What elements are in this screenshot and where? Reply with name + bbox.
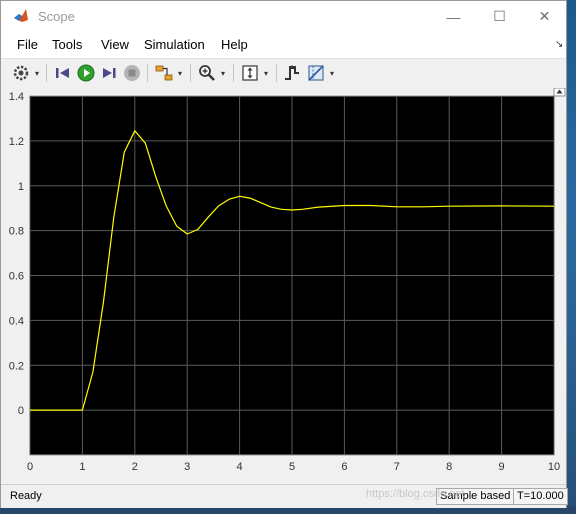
step-forward-icon[interactable] [99,63,119,83]
chevron-down-icon[interactable]: ▾ [264,69,268,78]
title-bar[interactable]: Scope — ☐ ✕ [1,1,566,32]
x-tick-label: 1 [79,461,85,473]
y-tick-label: 0.2 [9,360,24,372]
minimize-button[interactable]: — [431,1,476,32]
x-tick-label: 5 [289,461,295,473]
menu-file[interactable]: File [17,37,38,52]
menu-help[interactable]: Help [221,37,248,52]
x-tick-label: 2 [132,461,138,473]
toolbar-separator [46,64,47,82]
cursor-measurements-icon[interactable] [306,63,326,83]
status-bar: Ready Sample based T=10.000 [1,484,568,508]
scope-plot[interactable]: 0 0.2 0.4 0.6 0.8 1 1.2 1.4 0 1 2 3 4 5 6 7 8 9 10 [1,87,566,484]
menu-tools[interactable]: Tools [52,37,82,52]
close-icon: ✕ [538,8,551,24]
x-tick-label: 0 [27,461,33,473]
toolbar-separator [276,64,277,82]
expand-legend-button[interactable] [553,87,566,97]
watermark-text: https://blog.csdn.net [366,488,465,500]
chevron-down-icon[interactable]: ▾ [35,69,39,78]
menu-view[interactable]: View [101,37,129,52]
x-tick-label: 6 [341,461,347,473]
y-tick-label: 0.4 [9,315,24,327]
highlight-simulink-block-icon[interactable] [154,63,174,83]
step-back-icon[interactable] [53,63,73,83]
close-button[interactable]: ✕ [522,1,567,32]
toolbar-separator [190,64,191,82]
x-tick-label: 10 [548,461,560,473]
window-title: Scope [38,9,75,24]
maximize-button[interactable]: ☐ [477,1,522,32]
run-icon[interactable] [76,63,96,83]
y-tick-label: 1.4 [9,91,24,103]
x-tick-label: 3 [184,461,190,473]
x-tick-label: 9 [499,461,505,473]
stop-icon[interactable] [122,63,142,83]
y-tick-label: 0 [18,405,24,417]
minimize-icon: — [446,8,461,25]
menu-simulation[interactable]: Simulation [144,37,205,52]
autoscale-icon[interactable] [240,63,260,83]
toolbar-separator [147,64,148,82]
chevron-down-icon[interactable]: ▾ [330,69,334,78]
matlab-icon [14,9,28,22]
status-text: Ready [10,490,42,502]
y-tick-label: 0.6 [9,271,24,283]
desktop-background [567,0,576,514]
zoom-icon[interactable] [197,63,217,83]
scope-window: Scope — ☐ ✕ File Tools View Simulation H… [0,0,568,508]
x-tick-label: 4 [237,461,243,473]
menu-bar: File Tools View Simulation Help ↘ [1,32,566,58]
y-tick-label: 1 [18,181,24,193]
dock-arrow-icon[interactable]: ↘ [555,39,563,50]
maximize-icon: ☐ [493,8,506,24]
chevron-down-icon[interactable]: ▾ [178,69,182,78]
plot-area: 0 0.2 0.4 0.6 0.8 1 1.2 1.4 0 1 2 3 4 5 6 7 8 9 10 [1,87,566,484]
configuration-properties-icon[interactable] [11,63,31,83]
x-tick-label: 7 [394,461,400,473]
chevron-down-icon[interactable]: ▾ [221,69,225,78]
simulation-time-indicator: T=10.000 [513,488,568,505]
toolbar-separator [233,64,234,82]
y-tick-label: 1.2 [9,136,24,148]
y-tick-label: 0.8 [9,226,24,238]
toolbar: ▾ ▾ ▾ ▾ ▾ [1,58,566,89]
triggers-icon[interactable] [282,63,302,83]
x-tick-label: 8 [446,461,452,473]
